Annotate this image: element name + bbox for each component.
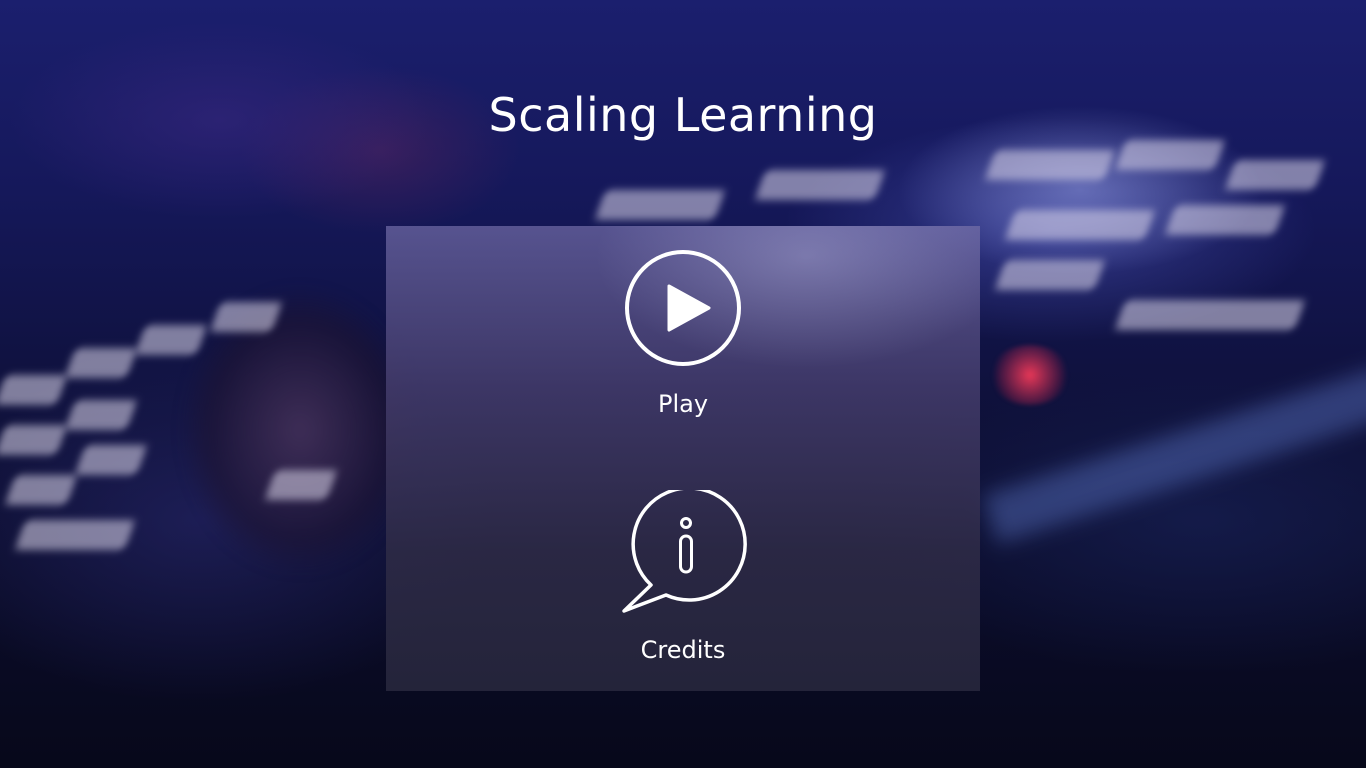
info-bubble-icon[interactable] [618, 490, 748, 616]
background-key [0, 375, 68, 405]
background-key [134, 325, 208, 355]
background-key [64, 400, 138, 430]
background-key [4, 475, 78, 505]
game-title: Scaling Learning [488, 88, 878, 142]
play-button[interactable]: Play [386, 250, 980, 418]
play-icon[interactable] [623, 250, 743, 370]
background-key [1114, 300, 1306, 330]
play-label[interactable]: Play [386, 390, 980, 418]
background-key [14, 520, 136, 550]
background-key [264, 470, 338, 500]
background-key [994, 260, 1106, 290]
credits-button[interactable]: Credits [386, 490, 980, 664]
background-key [1224, 160, 1326, 190]
background-key [1004, 210, 1156, 240]
game-menu-screen: Scaling Learning Play Credits [0, 0, 1366, 768]
background-key [594, 190, 726, 220]
background-key [209, 302, 283, 332]
background-key [1114, 140, 1226, 170]
background-key [984, 150, 1116, 180]
credits-label[interactable]: Credits [386, 636, 980, 664]
background-key [754, 170, 886, 200]
background-key [74, 445, 148, 475]
background-red-light [990, 345, 1070, 405]
main-menu-panel: Play Credits [386, 226, 980, 691]
background-key [1164, 205, 1286, 235]
background-key [0, 425, 68, 455]
background-key [64, 348, 138, 378]
